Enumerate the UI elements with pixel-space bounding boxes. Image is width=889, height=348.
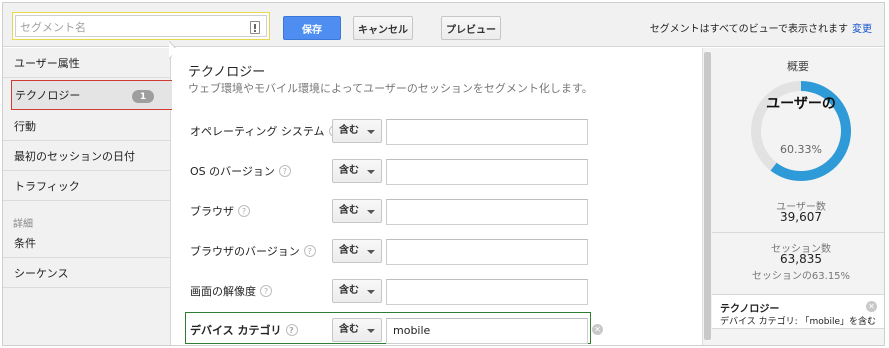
visibility-note-text: セグメントはすべてのビューで表示されます — [649, 24, 848, 35]
donut-label: ユーザーの — [766, 96, 836, 112]
chevron-down-icon — [367, 170, 375, 174]
panel-title: テクノロジー — [188, 65, 266, 80]
segment-name-field-wrapper — [12, 12, 270, 40]
condition-row-browser: ブラウザ? 含む — [172, 196, 702, 225]
sidebar-item-label: シーケンス — [14, 266, 69, 280]
operator-select[interactable]: 含む — [332, 318, 382, 342]
field-info-icon[interactable] — [250, 21, 260, 34]
value-input[interactable] — [386, 279, 588, 305]
sidebar-item-label: 条件 — [14, 236, 36, 250]
value-input[interactable] — [386, 199, 588, 225]
sidebar-item-traffic[interactable]: トラフィック — [3, 171, 170, 201]
value-input[interactable] — [386, 119, 588, 145]
row-label-text: ブラウザ — [190, 205, 234, 218]
chevron-down-icon — [367, 329, 375, 333]
help-icon[interactable]: ? — [303, 245, 316, 257]
condition-row-os-version: OS のバージョン? 含む — [172, 156, 702, 185]
users-value: 39,607 — [780, 210, 822, 224]
scrollbar[interactable] — [702, 48, 712, 345]
segment-name-box — [15, 15, 267, 37]
row-label: ブラウザのバージョン? — [190, 243, 316, 259]
condition-row-os: オペレーティング システム? 含む — [172, 116, 702, 145]
change-link[interactable]: 変更 — [852, 24, 872, 35]
chevron-down-icon — [367, 130, 375, 134]
sessions-value: 63,835 — [780, 252, 822, 266]
sidebar-item-label: テクノロジー — [15, 89, 81, 102]
help-icon[interactable]: ? — [260, 285, 272, 297]
operator-select[interactable]: 含む — [332, 279, 382, 303]
row-label-text: 画面の解像度 — [190, 285, 256, 298]
row-label: ブラウザ? — [190, 203, 250, 219]
sidebar-item-conditions[interactable]: 条件 — [3, 228, 170, 258]
sidebar-item-demographics[interactable]: ユーザー属性 — [3, 48, 170, 78]
operator-value: 含む — [339, 205, 359, 216]
sessions-share: セッションの63.15% — [751, 271, 851, 282]
help-icon[interactable]: ? — [278, 165, 291, 177]
operator-value: 含む — [339, 324, 359, 335]
row-label: 画面の解像度? — [190, 283, 272, 299]
operator-value: 含む — [339, 245, 359, 256]
condition-panel: テクノロジー ウェブ環境やモバイル環境によってユーザーのセッションをセグメント化… — [172, 48, 702, 345]
value-input[interactable] — [386, 239, 588, 265]
row-label: OS のバージョン? — [190, 163, 291, 179]
operator-select[interactable]: 含む — [332, 239, 382, 263]
row-label-text: デバイス カテゴリ — [190, 324, 282, 337]
help-icon[interactable]: ? — [238, 205, 250, 217]
chevron-down-icon — [367, 250, 375, 254]
category-sidebar: ユーザー属性 テクノロジー 1 行動 最初のセッションの日付 トラフィック 詳細… — [3, 48, 173, 345]
row-label-text: ブラウザのバージョン — [190, 245, 300, 258]
segment-editor: 保存 キャンセル プレビュー セグメントはすべてのビューで表示されます変更 ユー… — [2, 2, 885, 346]
value-input[interactable]: mobile — [386, 318, 588, 344]
operator-select[interactable]: 含む — [332, 199, 382, 223]
summary-divider — [712, 232, 884, 233]
operator-value: 含む — [339, 285, 359, 296]
sidebar-item-label: ユーザー属性 — [14, 56, 80, 70]
chevron-down-icon — [367, 290, 375, 294]
condition-row-screen-resolution: 画面の解像度? 含む — [172, 276, 702, 305]
toolbar: 保存 キャンセル プレビュー セグメントはすべてのビューで表示されます変更 — [3, 3, 884, 47]
row-label-text: オペレーティング システム — [190, 125, 325, 138]
summary-panel: 概要 ユーザーの 60.33% ユーザー数 39,607 セッション数 63,8… — [712, 48, 884, 345]
sidebar-item-behavior[interactable]: 行動 — [3, 111, 170, 141]
operator-select[interactable]: 含む — [332, 119, 382, 143]
sidebar-item-first-session-date[interactable]: 最初のセッションの日付 — [3, 141, 170, 171]
condition-row-device-category: デバイス カテゴリ? 含む mobile ✕ — [172, 312, 702, 344]
row-label-text: OS のバージョン — [190, 165, 275, 178]
help-icon[interactable]: ? — [285, 324, 298, 336]
applied-condition-card: テクノロジー デバイス カテゴリ: 「mobile」を含む ✕ — [712, 294, 884, 329]
condition-count-badge: 1 — [132, 90, 154, 103]
save-button[interactable]: 保存 — [283, 16, 341, 40]
panel-description: ウェブ環境やモバイル環境によってユーザーのセッションをセグメント化します。 — [188, 82, 593, 95]
sidebar-item-label: 最初のセッションの日付 — [14, 149, 135, 163]
operator-value: 含む — [339, 165, 359, 176]
scroll-thumb[interactable] — [704, 52, 711, 340]
segment-name-input[interactable] — [20, 18, 240, 36]
value-input[interactable] — [386, 159, 588, 185]
cancel-button[interactable]: キャンセル — [353, 16, 413, 40]
sidebar-item-sequences[interactable]: シーケンス — [3, 258, 170, 288]
applied-condition-detail: デバイス カテゴリ: 「mobile」を含む — [720, 317, 877, 327]
clear-icon[interactable]: ✕ — [592, 324, 603, 335]
row-label: オペレーティング システム? — [190, 123, 341, 139]
chevron-down-icon — [367, 210, 375, 214]
sidebar-item-label: 行動 — [14, 119, 36, 133]
operator-value: 含む — [339, 125, 359, 136]
condition-row-browser-version: ブラウザのバージョン? 含む — [172, 236, 702, 265]
summary-title: 概要 — [787, 60, 809, 73]
applied-condition-title: テクノロジー — [720, 304, 780, 315]
sidebar-item-technology[interactable]: テクノロジー 1 — [11, 80, 173, 110]
operator-select[interactable]: 含む — [332, 159, 382, 183]
row-label: デバイス カテゴリ? — [190, 322, 298, 338]
remove-condition-icon[interactable]: ✕ — [866, 301, 877, 312]
visibility-note: セグメントはすべてのビューで表示されます 変更 — [650, 20, 872, 35]
sidebar-item-label: トラフィック — [14, 179, 80, 193]
donut-percent: 60.33% — [780, 143, 822, 156]
preview-button[interactable]: プレビュー — [441, 16, 501, 40]
